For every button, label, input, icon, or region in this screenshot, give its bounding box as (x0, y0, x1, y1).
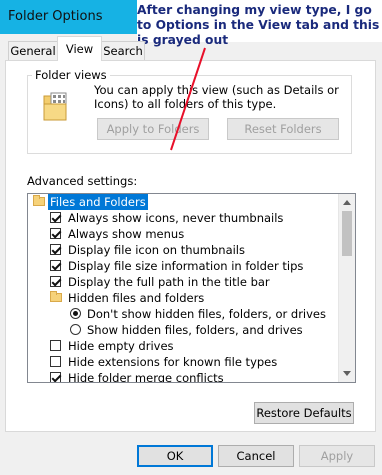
list-item-label: Always show icons, never thumbnails (68, 211, 284, 225)
checkbox[interactable] (50, 372, 61, 382)
checkbox[interactable] (50, 244, 61, 255)
scroll-up-icon[interactable] (343, 200, 351, 205)
checkbox[interactable] (50, 260, 61, 271)
annotation-note: After changing my view type, I go to Opt… (137, 0, 382, 47)
list-item-label: Hide extensions for known file types (68, 355, 278, 369)
scroll-thumb[interactable] (342, 211, 352, 256)
list-item-label: Don't show hidden files, folders, or dri… (87, 307, 327, 321)
apply-button[interactable]: Apply (299, 445, 375, 467)
list-item-label: Always show menus (68, 227, 185, 241)
list-item[interactable]: Files and Folders (28, 194, 338, 211)
folder-icon (33, 195, 45, 206)
radio-button[interactable] (70, 324, 81, 335)
list-item-label: Hide empty drives (68, 339, 174, 353)
cancel-button[interactable]: Cancel (218, 445, 294, 467)
list-scrollbar[interactable] (338, 194, 355, 382)
checkbox[interactable] (50, 212, 61, 223)
checkbox[interactable] (50, 356, 61, 367)
tab-general[interactable]: General (8, 41, 58, 60)
apply-to-folders-button[interactable]: Apply to Folders (97, 118, 209, 140)
reset-folders-button[interactable]: Reset Folders (227, 118, 339, 140)
advanced-settings-list[interactable]: Files and Folders Always show icons, nev… (27, 193, 356, 383)
restore-defaults-button[interactable]: Restore Defaults (254, 402, 354, 424)
list-item-label: Display the full path in the title bar (68, 275, 270, 289)
list-item-label: Hidden files and folders (68, 291, 205, 305)
tab-search[interactable]: Search (101, 41, 145, 60)
tab-view[interactable]: View (57, 36, 102, 61)
list-item-label: Show hidden files, folders, and drives (87, 323, 303, 337)
checkbox[interactable] (50, 228, 61, 239)
folder-views-label: Folder views (32, 68, 110, 82)
advanced-settings-label: Advanced settings: (27, 174, 138, 188)
radio-button[interactable] (70, 308, 81, 319)
list-item-label: Display file size information in folder … (68, 259, 304, 273)
list-item-label: Hide folder merge conflicts (68, 371, 224, 383)
folder-views-description: You can apply this view (such as Details… (94, 83, 339, 111)
folder-view-icon (43, 92, 67, 121)
folder-icon (50, 291, 62, 302)
checkbox[interactable] (50, 276, 61, 287)
window-title: Folder Options (8, 9, 103, 24)
checkbox[interactable] (50, 340, 61, 351)
list-item-label: Display file icon on thumbnails (68, 243, 245, 257)
scroll-down-icon[interactable] (343, 371, 351, 376)
list-item-label: Files and Folders (47, 194, 149, 211)
ok-button[interactable]: OK (137, 445, 213, 467)
